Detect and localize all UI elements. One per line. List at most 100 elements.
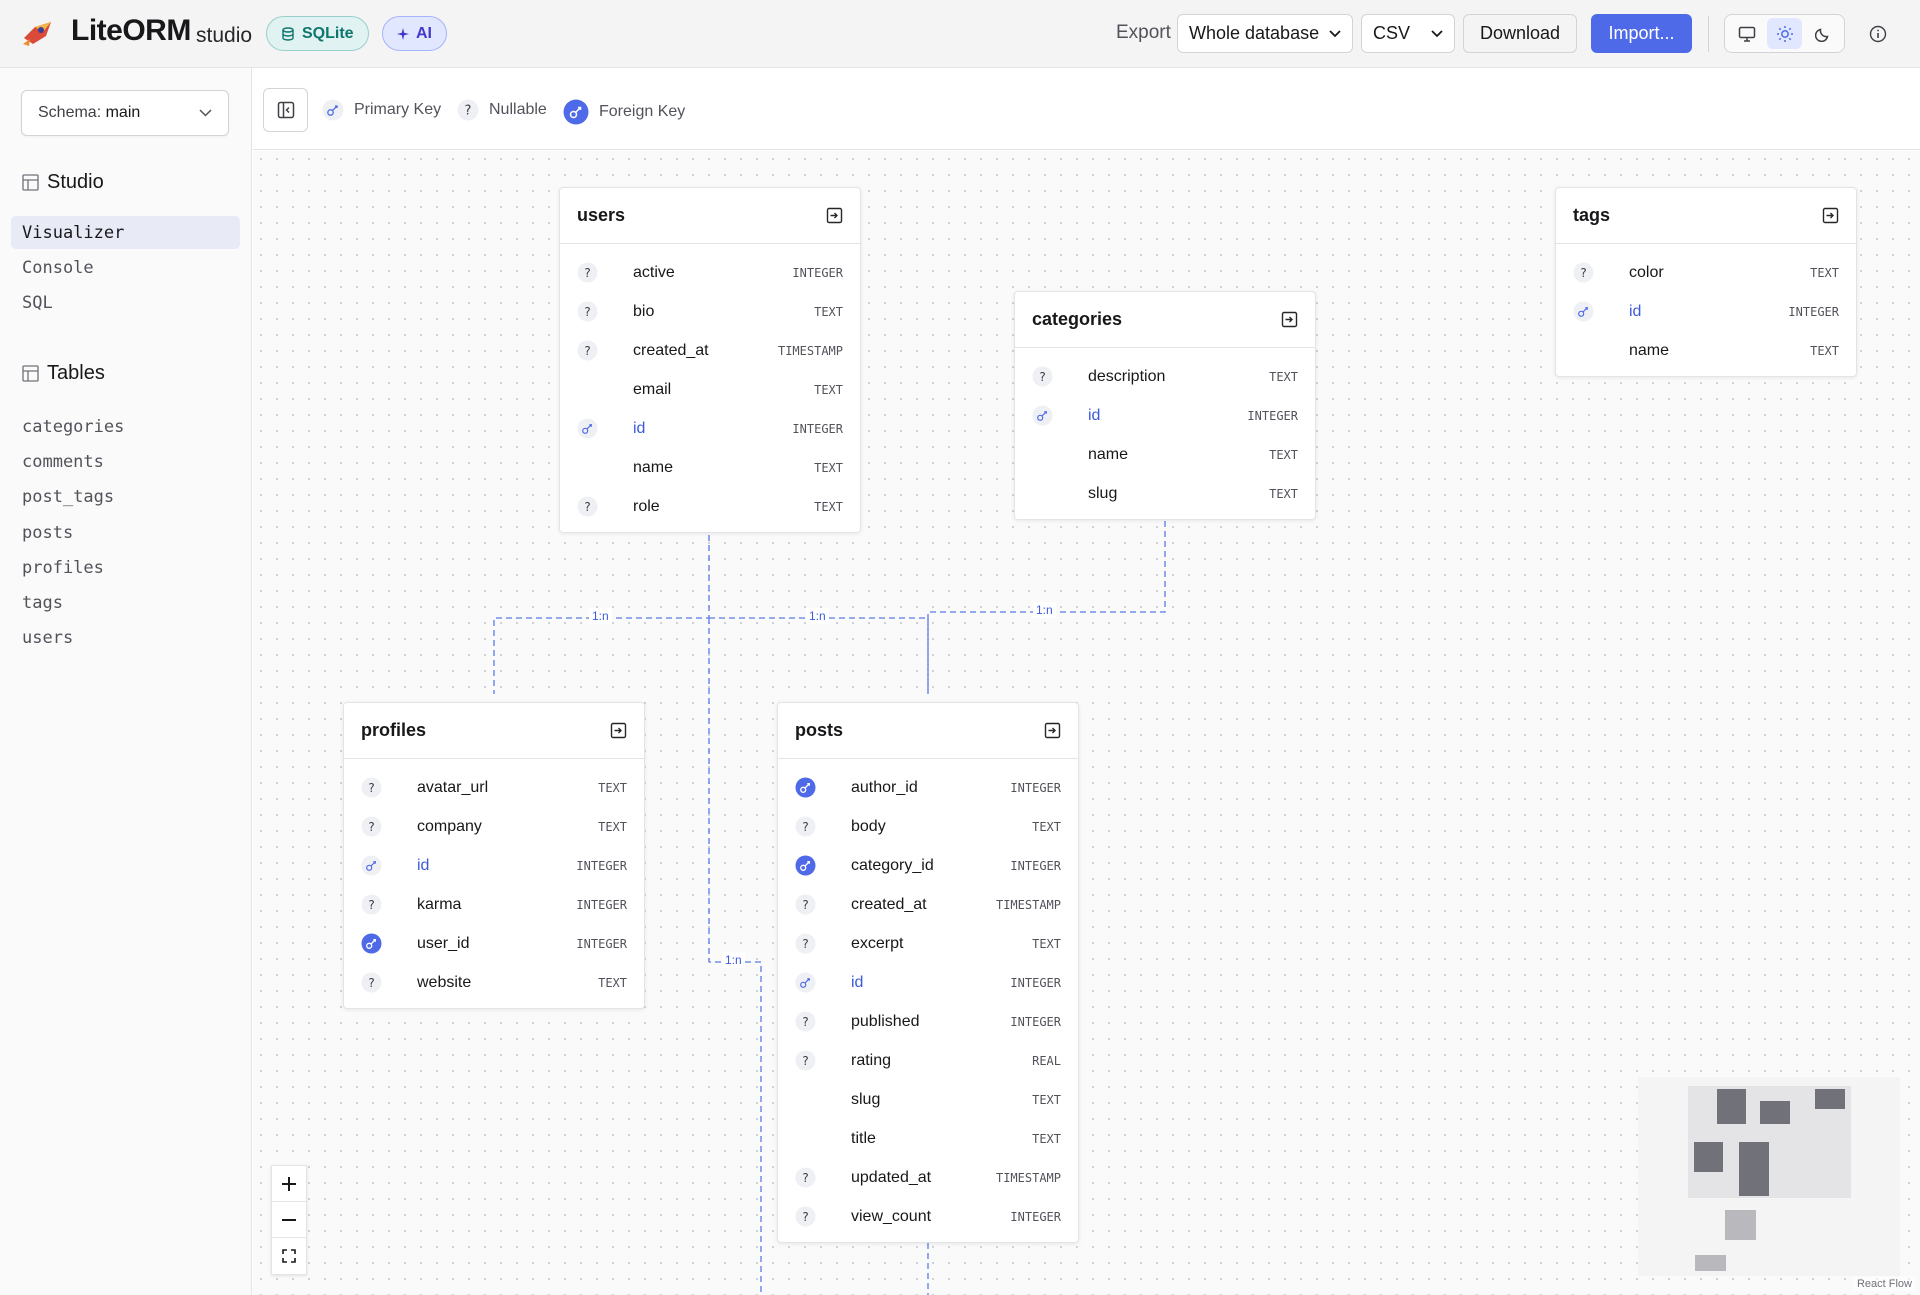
open-table-icon[interactable] bbox=[1281, 311, 1298, 328]
column-row[interactable]: ? rating REAL bbox=[778, 1041, 1078, 1080]
open-table-icon[interactable] bbox=[1822, 207, 1839, 224]
chevron-down-icon bbox=[1431, 29, 1443, 37]
column-row[interactable]: ? company TEXT bbox=[344, 807, 644, 846]
column-row[interactable]: id INTEGER bbox=[560, 409, 860, 448]
question-icon: ? bbox=[795, 1050, 816, 1071]
column-row[interactable]: ? view_count INTEGER bbox=[778, 1197, 1078, 1236]
column-type: TEXT bbox=[1269, 447, 1298, 462]
column-badge: ? bbox=[795, 1167, 816, 1188]
column-row[interactable]: slug TEXT bbox=[1015, 474, 1315, 513]
minimap[interactable] bbox=[1638, 1077, 1900, 1276]
table-node-users[interactable]: users ? active INTEGER? bio TEXT? created_at T… bbox=[559, 187, 861, 533]
download-button[interactable]: Download bbox=[1463, 14, 1577, 53]
ai-badge[interactable]: AI bbox=[382, 16, 447, 51]
table-link-users[interactable]: users bbox=[11, 621, 240, 654]
column-badge: ? bbox=[577, 262, 598, 283]
nav-item-sql[interactable]: SQL bbox=[11, 286, 240, 319]
column-row[interactable]: ? website TEXT bbox=[344, 963, 644, 1002]
zoom-in-button[interactable] bbox=[272, 1166, 306, 1202]
tables-section-title: Tables bbox=[22, 362, 105, 385]
column-row[interactable]: ? created_at TIMESTAMP bbox=[778, 885, 1078, 924]
table-node-categories[interactable]: categories ? description TEXT id INTEGER name… bbox=[1014, 291, 1316, 520]
question-icon: ? bbox=[795, 894, 816, 915]
question-icon: ? bbox=[361, 777, 382, 798]
column-type: TEXT bbox=[598, 975, 627, 990]
schema-select[interactable]: Schema: main bbox=[21, 90, 229, 136]
column-row[interactable]: name TEXT bbox=[1556, 331, 1856, 370]
column-name: title bbox=[851, 1129, 876, 1147]
column-type: INTEGER bbox=[576, 936, 627, 951]
column-row[interactable]: ? role TEXT bbox=[560, 487, 860, 526]
column-row[interactable]: id INTEGER bbox=[778, 963, 1078, 1002]
column-row[interactable]: ? created_at TIMESTAMP bbox=[560, 331, 860, 370]
column-row[interactable]: id INTEGER bbox=[1556, 292, 1856, 331]
toggle-sidebar-button[interactable] bbox=[263, 88, 308, 132]
column-row[interactable]: ? avatar_url TEXT bbox=[344, 768, 644, 807]
open-table-icon[interactable] bbox=[826, 207, 843, 224]
column-row[interactable]: name TEXT bbox=[560, 448, 860, 487]
column-row[interactable]: ? description TEXT bbox=[1015, 357, 1315, 396]
theme-light-button[interactable] bbox=[1767, 18, 1802, 49]
zoom-out-button[interactable] bbox=[272, 1202, 306, 1238]
column-row[interactable]: id INTEGER bbox=[344, 846, 644, 885]
column-name: rating bbox=[851, 1051, 892, 1069]
theme-dark-button[interactable] bbox=[1805, 18, 1840, 49]
column-row[interactable]: ? published INTEGER bbox=[778, 1002, 1078, 1041]
column-row[interactable]: ? karma INTEGER bbox=[344, 885, 644, 924]
column-row[interactable]: ? active INTEGER bbox=[560, 253, 860, 292]
column-type: TEXT bbox=[598, 780, 627, 795]
column-name: slug bbox=[851, 1090, 881, 1108]
column-name: id bbox=[1088, 406, 1101, 424]
column-badge bbox=[577, 418, 598, 439]
column-row[interactable]: email TEXT bbox=[560, 370, 860, 409]
column-row[interactable]: category_id INTEGER bbox=[778, 846, 1078, 885]
column-type: TIMESTAMP bbox=[995, 1170, 1061, 1185]
column-badge: ? bbox=[361, 777, 382, 798]
column-row[interactable]: ? bio TEXT bbox=[560, 292, 860, 331]
table-link-tags[interactable]: tags bbox=[11, 586, 240, 619]
table-node-tags[interactable]: tags ? color TEXT id INTEGER name TEXT bbox=[1555, 187, 1857, 377]
export-scope-value: Whole database bbox=[1189, 23, 1320, 43]
key-icon bbox=[1573, 301, 1594, 322]
column-row[interactable]: ? color TEXT bbox=[1556, 253, 1856, 292]
table-node-posts[interactable]: posts author_id INTEGER? body TEXT category_… bbox=[777, 702, 1079, 1243]
fit-view-button[interactable] bbox=[272, 1238, 306, 1274]
diagram-canvas[interactable]: 1:n 1:n 1:n 1:n users ? active INTEGER? bio… bbox=[253, 151, 1920, 1295]
column-row[interactable]: title TEXT bbox=[778, 1119, 1078, 1158]
column-badge bbox=[361, 855, 382, 876]
column-badge: ? bbox=[1032, 366, 1053, 387]
column-type: INTEGER bbox=[576, 858, 627, 873]
table-link-comments[interactable]: comments bbox=[11, 445, 240, 478]
column-row[interactable]: ? excerpt TEXT bbox=[778, 924, 1078, 963]
open-table-icon[interactable] bbox=[610, 722, 627, 739]
export-format-select[interactable]: CSV bbox=[1361, 14, 1455, 53]
export-scope-select[interactable]: Whole database bbox=[1177, 14, 1353, 53]
column-row[interactable]: name TEXT bbox=[1015, 435, 1315, 474]
table-link-categories[interactable]: categories bbox=[11, 410, 240, 443]
table-node-header: tags bbox=[1556, 188, 1856, 244]
table-node-profiles[interactable]: profiles ? avatar_url TEXT? company TEXT id IN… bbox=[343, 702, 645, 1009]
column-row[interactable]: ? updated_at TIMESTAMP bbox=[778, 1158, 1078, 1197]
question-icon: ? bbox=[1573, 262, 1594, 283]
column-row[interactable]: id INTEGER bbox=[1015, 396, 1315, 435]
nav-item-visualizer[interactable]: Visualizer bbox=[11, 216, 240, 249]
import-button[interactable]: Import... bbox=[1591, 14, 1692, 53]
column-row[interactable]: ? body TEXT bbox=[778, 807, 1078, 846]
column-badge bbox=[795, 972, 816, 993]
react-flow-attribution[interactable]: React Flow bbox=[1853, 1277, 1915, 1291]
column-row[interactable]: user_id INTEGER bbox=[344, 924, 644, 963]
theme-system-button[interactable] bbox=[1729, 18, 1764, 49]
column-name: id bbox=[633, 419, 646, 437]
column-badge: ? bbox=[577, 496, 598, 517]
nav-item-console[interactable]: Console bbox=[11, 251, 240, 284]
table-link-posts[interactable]: posts bbox=[11, 516, 240, 549]
table-link-profiles[interactable]: profiles bbox=[11, 551, 240, 584]
sqlite-badge-label: SQLite bbox=[302, 24, 354, 42]
column-row[interactable]: slug TEXT bbox=[778, 1080, 1078, 1119]
column-type: TEXT bbox=[598, 819, 627, 834]
info-button[interactable] bbox=[1866, 22, 1890, 46]
table-link-post-tags[interactable]: post_tags bbox=[11, 480, 240, 513]
sqlite-badge[interactable]: SQLite bbox=[266, 16, 369, 51]
column-row[interactable]: author_id INTEGER bbox=[778, 768, 1078, 807]
open-table-icon[interactable] bbox=[1044, 722, 1061, 739]
